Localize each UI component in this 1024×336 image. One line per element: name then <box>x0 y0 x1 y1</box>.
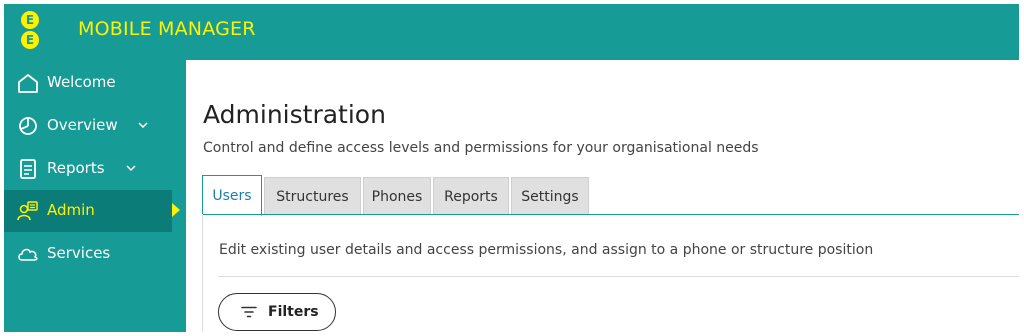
tab-description: Edit existing user details and access pe… <box>219 242 874 258</box>
home-icon <box>16 72 40 94</box>
tab-reports[interactable]: Reports <box>433 177 509 215</box>
sidebar-item-reports[interactable]: Reports <box>4 148 172 188</box>
tab-settings[interactable]: Settings <box>511 177 589 215</box>
app-title: MOBILE MANAGER <box>78 18 256 40</box>
tab-users[interactable]: Users <box>202 175 262 216</box>
page-title: Administration <box>203 100 386 129</box>
app-window: E E MOBILE MANAGER Welcome Overview Repo… <box>4 4 1019 332</box>
sidebar-item-overview[interactable]: Overview <box>4 105 172 145</box>
sidebar-item-welcome[interactable]: Welcome <box>4 62 172 102</box>
svg-text:E: E <box>26 13 34 27</box>
document-icon <box>16 158 40 180</box>
main-content: Administration Control and define access… <box>186 60 1019 332</box>
chevron-down-icon[interactable] <box>138 120 148 130</box>
pie-chart-icon <box>16 115 40 137</box>
sidebar-item-label: Overview <box>47 116 118 134</box>
filter-icon <box>241 306 257 318</box>
admin-icon <box>16 200 40 222</box>
svg-text:E: E <box>26 33 34 47</box>
filters-button[interactable]: Filters <box>218 293 336 331</box>
divider <box>218 276 1019 277</box>
sidebar-item-services[interactable]: Services <box>4 233 172 273</box>
sidebar: Welcome Overview Reports Admin Services <box>4 60 180 332</box>
tab-phones[interactable]: Phones <box>363 177 431 215</box>
filters-button-label: Filters <box>268 304 319 320</box>
sidebar-item-admin[interactable]: Admin <box>4 190 180 232</box>
tab-structures[interactable]: Structures <box>264 177 361 215</box>
chevron-down-icon[interactable] <box>126 163 136 173</box>
page-subtitle: Control and define access levels and per… <box>203 140 759 156</box>
tab-content-border <box>202 214 203 332</box>
sidebar-item-label: Services <box>47 244 111 262</box>
sidebar-item-label: Welcome <box>47 73 116 91</box>
sidebar-item-label: Admin <box>47 201 95 219</box>
tabs-underline <box>202 214 1019 215</box>
top-bar: E E MOBILE MANAGER <box>4 4 1019 56</box>
ee-logo: E E <box>21 11 39 49</box>
cloud-icon <box>16 243 40 265</box>
sidebar-item-label: Reports <box>47 159 105 177</box>
